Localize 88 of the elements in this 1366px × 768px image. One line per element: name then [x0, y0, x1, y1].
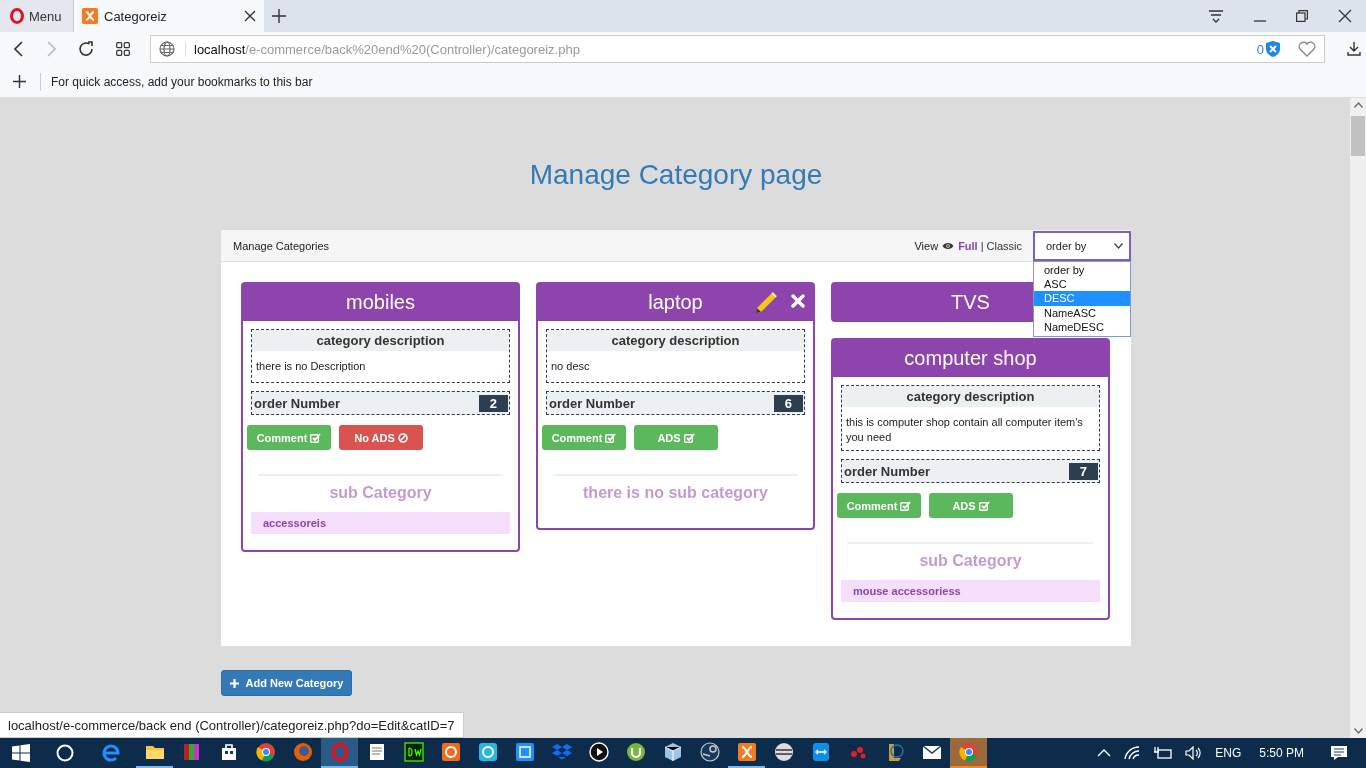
- bookmarks-hint: For quick access, add your bookmarks to this bar: [51, 74, 313, 89]
- order-label: order Number: [549, 395, 635, 411]
- scroll-up-icon[interactable]: [1353, 102, 1363, 108]
- ban-icon: [397, 432, 408, 443]
- square-app-icon: [402, 741, 425, 763]
- chrome-icon: [957, 741, 980, 763]
- notifications-icon[interactable]: [1330, 745, 1348, 761]
- description-text: there is no Description: [255, 359, 367, 374]
- view-link[interactable]: Classic: [986, 239, 1022, 252]
- subcategory-heading: sub Category: [918, 552, 1023, 570]
- dropdown-option[interactable]: DESC: [1034, 291, 1130, 306]
- panel-title: Manage Categories: [233, 239, 329, 252]
- disc-icon: [772, 741, 795, 763]
- url-text: localhost/e-commerce/back%20end%20(Controller)/categoreiz.php: [185, 41, 1247, 57]
- scrollbar-thumb[interactable]: [1351, 116, 1365, 156]
- check-square-icon: [310, 432, 322, 443]
- add-category-button[interactable]: Add New Category: [221, 670, 352, 696]
- page-title: Manage Category page: [528, 158, 824, 192]
- clock[interactable]: 5:50 PM: [1259, 746, 1304, 760]
- language-indicator[interactable]: ENG: [1215, 746, 1242, 760]
- dropdown-option[interactable]: order by: [1034, 262, 1130, 277]
- browser-tab[interactable]: Categoreiz: [74, 0, 264, 32]
- xampp-icon: [735, 741, 758, 763]
- torrent-icon: [624, 741, 647, 763]
- blocked-count: 0: [1256, 41, 1264, 57]
- chevron-down-icon: [1114, 242, 1123, 249]
- subcategory-item[interactable]: accessoreis: [251, 512, 510, 534]
- check-square-icon: [978, 500, 990, 511]
- scroll-down-icon[interactable]: [1353, 728, 1363, 734]
- back-icon[interactable]: [14, 41, 24, 57]
- speed-dial-icon[interactable]: [116, 42, 130, 56]
- windows-logo-icon[interactable]: [12, 744, 30, 762]
- separator: |: [980, 239, 984, 252]
- card-header[interactable]: laptop: [538, 284, 813, 321]
- scrollbar[interactable]: [1350, 98, 1366, 738]
- delete-icon[interactable]: [791, 294, 805, 308]
- plus-icon: [229, 678, 239, 688]
- check-square-icon: [900, 500, 912, 511]
- status-url: localhost/e-commerce/back end (Controller)/categoreiz.php?do=Edit&catID=7: [0, 712, 464, 738]
- card-header[interactable]: mobiles: [243, 284, 518, 321]
- close-icon[interactable]: [244, 10, 256, 22]
- download-icon[interactable]: [1347, 42, 1361, 56]
- description-heading: category description: [252, 330, 509, 351]
- subcategory-item[interactable]: mouse accessoriess: [841, 580, 1100, 602]
- description-heading: category description: [547, 330, 804, 351]
- subcategory-heading: there is no sub category: [582, 484, 769, 502]
- search-icon[interactable]: [56, 744, 74, 762]
- volume-icon[interactable]: [1185, 746, 1204, 760]
- reload-icon[interactable]: [78, 41, 94, 57]
- chevron-up-icon[interactable]: [1097, 749, 1112, 757]
- description-text: this is computer shop contain all computer item's you need: [845, 415, 1084, 445]
- steam-icon: [698, 741, 721, 763]
- subcategory-heading: sub Category: [328, 484, 433, 502]
- xampp-icon: [82, 8, 98, 24]
- address-field[interactable]: localhost/e-commerce/back%20end%20(Controller)/categoreiz.php 0: [150, 35, 1325, 63]
- order-badge: 2: [478, 394, 508, 412]
- circle-app-icon: [439, 741, 462, 763]
- shield-icon[interactable]: [1266, 41, 1280, 57]
- close-icon[interactable]: [1338, 9, 1352, 23]
- tab-menu-icon[interactable]: [1208, 9, 1224, 23]
- order-label: order Number: [254, 395, 340, 411]
- check-square-icon: [683, 432, 695, 443]
- card-header[interactable]: computer shop: [833, 340, 1108, 377]
- globe-icon: [159, 41, 175, 57]
- check-square-icon: [605, 432, 617, 443]
- disallowed-button[interactable]: No ADS: [339, 425, 423, 450]
- opera-logo-icon: [10, 8, 24, 24]
- order-badge: 6: [773, 394, 803, 412]
- order-select[interactable]: order by: [1033, 230, 1131, 261]
- heart-icon[interactable]: [1298, 41, 1316, 57]
- view-link[interactable]: Full: [958, 239, 978, 252]
- dropdown-option[interactable]: NameDESC: [1034, 320, 1130, 335]
- menu-button[interactable]: Menu: [0, 0, 74, 32]
- firefox-icon: [291, 741, 314, 763]
- description-heading: category description: [842, 386, 1099, 407]
- restore-icon[interactable]: [1296, 10, 1308, 22]
- battery-icon[interactable]: [1153, 746, 1174, 760]
- eye-icon: [942, 241, 955, 250]
- chrome-icon: [254, 741, 277, 763]
- add-icon[interactable]: [13, 75, 26, 88]
- order-badge: 7: [1068, 462, 1098, 480]
- order-label: order Number: [844, 463, 930, 479]
- description-text: no desc: [550, 359, 591, 374]
- play-circle-icon: [587, 741, 610, 763]
- wifi-icon[interactable]: [1123, 746, 1142, 760]
- view-label: View: [914, 239, 939, 252]
- browser-e-icon[interactable]: [100, 742, 122, 764]
- new-tab-icon[interactable]: [272, 9, 286, 23]
